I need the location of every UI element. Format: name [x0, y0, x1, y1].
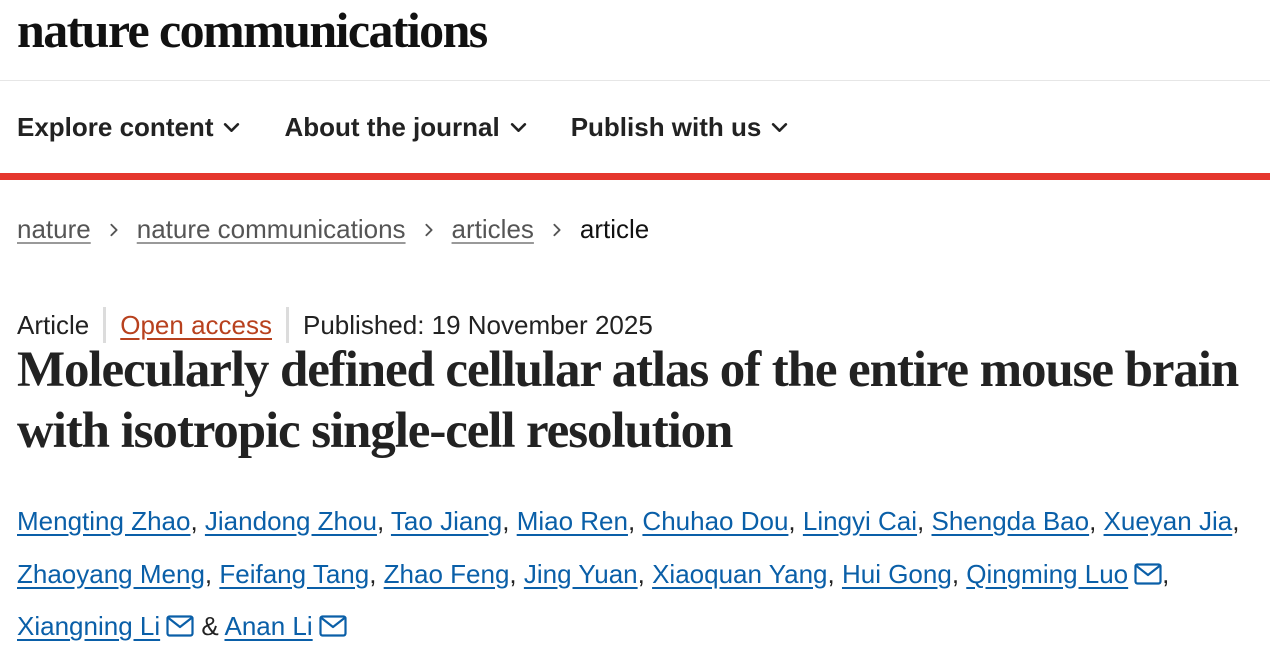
envelope-icon[interactable] [319, 615, 347, 637]
breadcrumb-link-nature[interactable]: nature [17, 214, 91, 245]
author-link[interactable]: Qingming Luo [966, 559, 1128, 589]
author-link[interactable]: Xiangning Li [17, 611, 160, 641]
nav-explore-content[interactable]: Explore content [17, 112, 240, 143]
chevron-down-icon [772, 122, 788, 132]
author-link[interactable]: Jing Yuan [524, 559, 638, 589]
article-title: Molecularly defined cellular atlas of th… [17, 342, 1239, 459]
chevron-right-icon [110, 223, 118, 236]
site-logo[interactable]: nature communications [17, 2, 488, 58]
envelope-icon[interactable] [166, 615, 194, 637]
author-link[interactable]: Zhao Feng [384, 559, 510, 589]
meta-divider [103, 307, 107, 343]
published-date: Published: 19 November 2025 [303, 309, 653, 340]
chevron-down-icon [510, 122, 526, 132]
author-link[interactable]: Miao Ren [517, 506, 628, 536]
breadcrumb: nature nature communications articles ar… [17, 214, 649, 245]
author-link[interactable]: Xiaoquan Yang [652, 559, 827, 589]
masthead: nature communications [0, 0, 1270, 81]
author-link[interactable]: Xueyan Jia [1104, 506, 1233, 536]
author-link[interactable]: Zhaoyang Meng [17, 559, 205, 589]
chevron-right-icon [424, 223, 433, 236]
author-link[interactable]: Lingyi Cai [803, 506, 917, 536]
nav-about-the-journal[interactable]: About the journal [284, 112, 526, 143]
author-link[interactable]: Tao Jiang [391, 506, 502, 536]
article-meta: Article Open access Published: 19 Novemb… [17, 307, 653, 343]
meta-divider [286, 307, 289, 343]
author-link[interactable]: Chuhao Dou [642, 506, 788, 536]
nav-item-label: Explore content [17, 111, 214, 142]
article-type: Article [17, 309, 90, 340]
nav-item-label: About the journal [284, 111, 500, 142]
main-nav: Explore content About the journal Publis… [0, 81, 1270, 173]
chevron-right-icon [553, 223, 561, 236]
chevron-down-icon [224, 122, 240, 132]
breadcrumb-link-nature-communications[interactable]: nature communications [137, 214, 406, 245]
author-link[interactable]: Mengting Zhao [17, 506, 190, 536]
author-link[interactable]: Hui Gong [842, 559, 952, 589]
author-link[interactable]: Shengda Bao [932, 506, 1090, 536]
breadcrumb-link-articles[interactable]: articles [452, 214, 534, 245]
accent-divider [0, 173, 1270, 180]
nav-publish-with-us[interactable]: Publish with us [571, 112, 789, 143]
author-list: Mengting Zhao, Jiandong Zhou, Tao Jiang,… [17, 506, 1240, 641]
author-link[interactable]: Anan Li [224, 611, 312, 641]
nav-item-label: Publish with us [570, 111, 762, 142]
envelope-icon[interactable] [1134, 562, 1162, 585]
author-link[interactable]: Feifang Tang [219, 559, 369, 589]
breadcrumb-current: article [579, 214, 650, 244]
author-link[interactable]: Jiandong Zhou [205, 506, 377, 536]
open-access-link[interactable]: Open access [120, 310, 272, 341]
